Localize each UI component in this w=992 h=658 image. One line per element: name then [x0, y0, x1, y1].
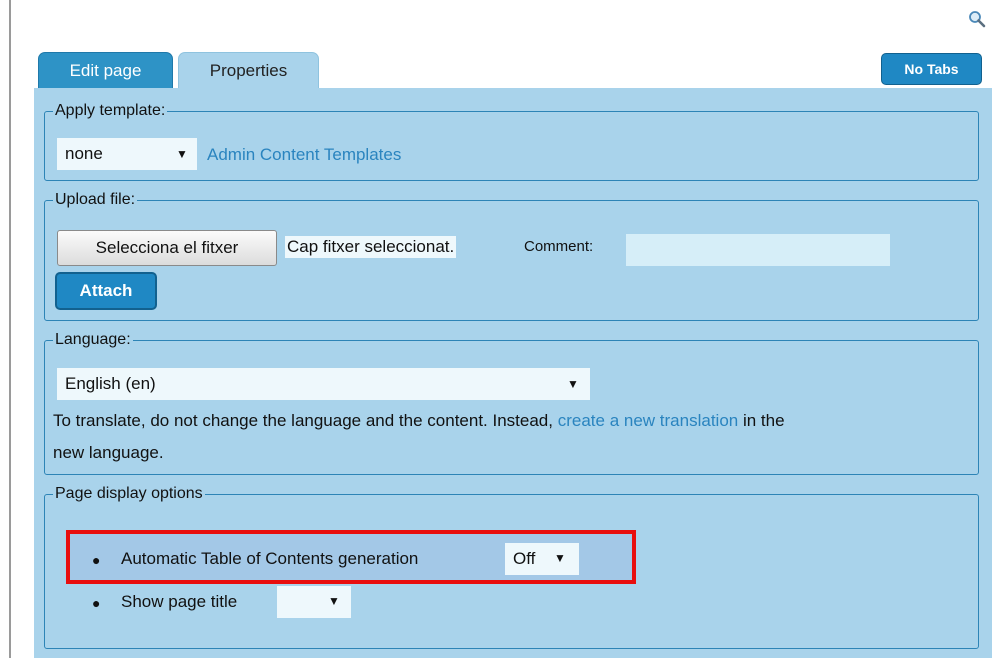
upload-file-legend: Upload file: — [53, 191, 138, 209]
translation-note-before: To translate, do not change the language… — [53, 411, 553, 430]
template-dropdown-icon: ▼ — [176, 147, 188, 161]
page-display-options-legend: Page display options — [53, 485, 205, 503]
tab-edit-page[interactable]: Edit page — [38, 52, 173, 88]
toc-select[interactable]: Off — [505, 543, 579, 575]
no-tabs-button[interactable]: No Tabs — [881, 53, 982, 85]
tab-properties[interactable]: Properties — [178, 52, 319, 88]
toc-label: Automatic Table of Contents generation — [121, 549, 419, 568]
toc-select-value: Off — [513, 549, 536, 568]
language-legend: Language: — [53, 331, 133, 349]
template-select-value: none — [65, 144, 103, 163]
show-title-bullet: ● — [92, 595, 101, 611]
file-status-text: Cap fitxer seleccionat. — [285, 236, 457, 258]
language-dropdown-icon: ▼ — [567, 377, 579, 391]
comment-input[interactable] — [626, 234, 890, 266]
choose-file-button[interactable]: Selecciona el fitxer — [57, 230, 277, 266]
translation-note-line2: new language. — [53, 443, 164, 462]
page-left-border — [9, 0, 11, 658]
show-title-dropdown-icon: ▼ — [328, 594, 340, 608]
create-translation-link[interactable]: create a new translation — [558, 411, 739, 430]
apply-template-legend: Apply template: — [53, 102, 168, 120]
toc-dropdown-icon: ▼ — [554, 551, 566, 565]
language-fieldset: Language: — [44, 331, 979, 475]
language-select-value: English (en) — [65, 374, 156, 393]
translation-note: To translate, do not change the language… — [53, 411, 973, 431]
attach-button[interactable]: Attach — [55, 272, 157, 310]
search-icon[interactable] — [968, 10, 986, 28]
toc-bullet: ● — [92, 552, 101, 568]
language-select[interactable]: English (en) — [57, 368, 590, 400]
comment-label: Comment: — [524, 238, 594, 255]
show-title-label: Show page title — [121, 592, 238, 611]
translation-note-after: in the — [742, 411, 785, 430]
admin-content-templates-link[interactable]: Admin Content Templates — [207, 145, 401, 165]
show-title-select[interactable] — [277, 586, 351, 618]
